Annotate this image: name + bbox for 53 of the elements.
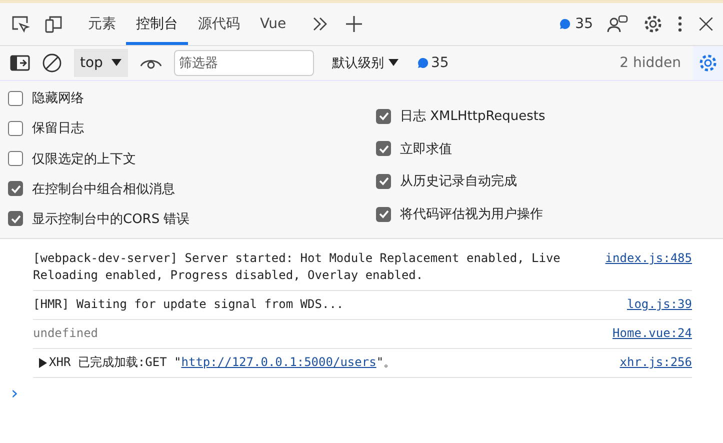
option-label: 从历史记录自动完成	[400, 173, 517, 190]
close-icon[interactable]	[697, 15, 715, 33]
plus-icon[interactable]	[344, 14, 364, 34]
expand-icon[interactable]	[39, 358, 47, 368]
result-value: undefined	[33, 325, 98, 342]
source-link[interactable]: index.js:485	[605, 250, 692, 284]
checkbox[interactable]	[8, 120, 23, 136]
menu-icon[interactable]	[677, 14, 683, 34]
message-count[interactable]: 35	[575, 16, 593, 32]
option-label: 日志 XMLHttpRequests	[400, 108, 546, 126]
url-link[interactable]: http://127.0.0.1:5000/users	[181, 355, 376, 369]
message-icon	[416, 57, 429, 69]
panel-tab[interactable]: 源代码	[188, 3, 250, 45]
option-label: 保留日志	[32, 120, 84, 138]
source-link[interactable]: log.js:39	[626, 296, 692, 313]
message-text: [webpack-dev-server] Server started: Hot Module Replacement enabled, Live Reloading enabled, Progress disabled, Overlay enabled.	[33, 250, 562, 284]
hidden-count: 2 hidden	[620, 55, 681, 71]
checkbox[interactable]	[376, 206, 391, 222]
clear-icon[interactable]	[42, 53, 62, 73]
option-label: 显示控制台中的CORS 错误	[32, 210, 190, 228]
checkbox[interactable]	[8, 151, 23, 166]
message-text: XHR 已完成加载:GET "http://127.0.0.1:5000/users"。	[49, 354, 396, 371]
sidebar-icon[interactable]	[10, 55, 30, 71]
source-link[interactable]: xhr.js:256	[620, 354, 692, 371]
context-dropdown[interactable]: top	[74, 49, 128, 77]
checkbox[interactable]	[8, 211, 23, 226]
message-icon	[559, 18, 572, 30]
checkbox[interactable]	[8, 181, 23, 196]
device-icon[interactable]	[44, 14, 64, 34]
settings-icon[interactable]	[643, 14, 663, 34]
source-link[interactable]: Home.vue:24	[612, 325, 692, 342]
caret-icon	[388, 59, 399, 67]
console-prompt[interactable]: ›	[11, 383, 18, 404]
option-label: 在控制台中组合相似消息	[32, 180, 175, 198]
panel-tab[interactable]: Vue	[250, 3, 296, 45]
checkbox[interactable]	[376, 174, 391, 189]
option-label: 仅限选定的上下文	[32, 150, 136, 168]
message-count[interactable]: 35	[430, 55, 449, 71]
inspect-icon[interactable]	[10, 14, 30, 34]
checkbox[interactable]	[376, 141, 391, 156]
option-label: 隐藏网络	[32, 90, 84, 108]
message-text: [HMR] Waiting for update signal from WDS...	[33, 296, 344, 313]
console-settings-button[interactable]	[693, 46, 723, 80]
checkbox[interactable]	[376, 108, 391, 124]
settings-icon	[698, 53, 718, 73]
option-label: 将代码评估视为用户操作	[400, 206, 543, 224]
panel-tab[interactable]: 元素	[78, 3, 126, 45]
caret-icon	[110, 59, 122, 67]
level-dropdown[interactable]: 默认级别	[326, 53, 405, 73]
option-label: 立即求值	[400, 140, 452, 158]
checkbox[interactable]	[8, 90, 23, 106]
people-icon[interactable]	[607, 14, 629, 34]
filter-field[interactable]: 筛选器	[174, 50, 314, 76]
